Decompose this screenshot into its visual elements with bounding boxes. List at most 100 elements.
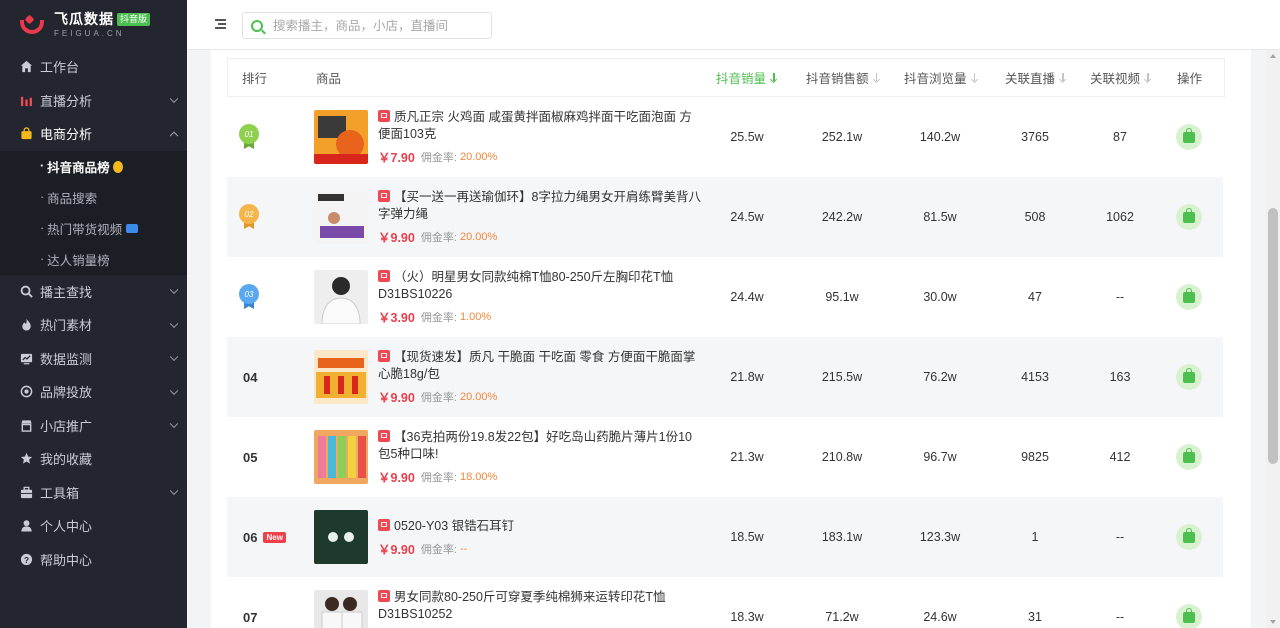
commission-label: 佣金率: [420, 311, 457, 324]
product-price: ￥9.90 [378, 231, 415, 245]
sidebar-item-toolbox[interactable]: 工具箱 [0, 476, 187, 510]
sidebar-item-label: 直播分析 [40, 93, 93, 109]
shop-button[interactable] [1176, 444, 1202, 470]
product-thumbnail[interactable] [314, 350, 368, 404]
product-thumbnail[interactable] [314, 270, 368, 324]
bar-chart-icon [19, 93, 33, 107]
sidebar-item-streamer-search[interactable]: 播主查找 [0, 275, 187, 309]
sidebar-item-data-monitor[interactable]: 数据监测 [0, 342, 187, 376]
header-views[interactable]: 抖音浏览量 [904, 59, 978, 96]
views-value: 123.3w [919, 530, 961, 544]
shopping-bag-icon [19, 127, 33, 141]
video-value: -- [1115, 290, 1125, 304]
header-sales[interactable]: 抖音销量 [716, 59, 777, 96]
views-value: 76.2w [923, 370, 957, 384]
sidebar-subitem-douyin-product-rank[interactable]: · 抖音商品榜 [0, 150, 187, 182]
global-search[interactable] [242, 12, 492, 39]
product-thumbnail[interactable] [314, 510, 368, 564]
product-price: ￥3.90 [378, 311, 415, 325]
monitor-icon [19, 351, 33, 365]
sidebar-item-hot-material[interactable]: 热门素材 [0, 308, 187, 342]
header-live[interactable]: 关联直播 [1005, 59, 1066, 96]
search-icon[interactable] [251, 19, 263, 32]
product-thumbnail[interactable] [314, 190, 368, 244]
sidebar-item-workbench[interactable]: 工作台 [0, 50, 187, 84]
chevron-down-icon [169, 386, 179, 395]
shop-button[interactable] [1176, 524, 1202, 550]
table-row[interactable]: 06 New 0520-Y03 银锆石耳钉 ￥9.90 佣金率: -- 18.5w … [227, 497, 1223, 577]
live-value: 3765 [1021, 130, 1049, 144]
scroll-down-arrow-icon[interactable] [1270, 620, 1276, 624]
header-product: 商品 [316, 72, 342, 86]
sales-value: 18.3w [730, 610, 764, 624]
header-revenue[interactable]: 抖音销售额 [806, 59, 880, 96]
live-value: 1 [1031, 530, 1039, 544]
commission-rate: 18.00% [459, 470, 498, 483]
medal-icon [112, 161, 123, 173]
product-price: ￥9.90 [378, 391, 415, 405]
product-thumbnail[interactable] [314, 590, 368, 628]
product-title[interactable]: （火）明星男女同款纯棉T恤80-250斤左胸印花T恤D31BS10226 [378, 269, 703, 303]
scrollbar-thumb[interactable] [1268, 208, 1278, 464]
commission-rate: 20.00% [459, 230, 498, 243]
bag-icon [1183, 527, 1195, 543]
page-scrollbar[interactable] [1266, 50, 1280, 628]
sidebar-item-store-promo[interactable]: 小店推广 [0, 409, 187, 443]
revenue-value: 183.1w [821, 530, 863, 544]
scroll-up-arrow-icon[interactable] [1270, 54, 1276, 58]
chevron-down-icon [169, 486, 179, 496]
chevron-down-icon [169, 419, 179, 429]
sidebar-item-help[interactable]: ? 帮助中心 [0, 543, 187, 577]
menu-fold-icon[interactable] [215, 19, 226, 29]
video-value: 412 [1109, 450, 1131, 464]
target-icon [19, 385, 33, 399]
shop-button[interactable] [1176, 364, 1202, 390]
sidebar-subitem-label: 抖音商品榜 [47, 160, 110, 175]
shop-tag-icon [378, 519, 390, 531]
sidebar-item-brand-ads[interactable]: 品牌投放 [0, 375, 187, 409]
header-rank: 排行 [242, 72, 268, 86]
sidebar-item-favorites[interactable]: 我的收藏 [0, 442, 187, 476]
sort-icon [1060, 73, 1066, 82]
sidebar-item-label: 我的收藏 [40, 452, 93, 468]
shop-button[interactable] [1176, 284, 1202, 310]
sidebar-subitem-hot-videos[interactable]: · 热门带货视频 [0, 212, 187, 244]
live-value: 508 [1024, 210, 1046, 224]
brand-logo[interactable]: 飞瓜数据 抖音版 FEIGUA.CN [0, 0, 187, 50]
table-row[interactable]: 07 男女同款80-250斤可穿夏季纯棉狮来运转印花T恤D31BS10252 1… [227, 577, 1223, 628]
brand-name: 飞瓜数据 [54, 11, 114, 27]
revenue-value: 242.2w [821, 210, 863, 224]
table-header: 排行 商品 抖音销量 抖音销售额 抖音浏览量 关联直播 关联视频 操作 [227, 58, 1225, 97]
commission-rate: -- [459, 542, 468, 555]
shop-tag-icon [378, 590, 390, 602]
table-row[interactable]: 04 【现货速发】质凡 干脆面 干吃面 零食 方便面干脆面掌心脆18g/包 ￥9… [227, 337, 1223, 417]
table-row[interactable]: 01 质凡正宗 火鸡面 咸蛋黄拌面椒麻鸡拌面干吃面泡面 方便面103克 ￥7.9… [227, 97, 1223, 177]
views-value: 140.2w [919, 130, 961, 144]
search-input[interactable] [273, 18, 473, 33]
sidebar-subitem-influencer-rank[interactable]: · 达人销量榜 [0, 243, 187, 275]
video-value: -- [1115, 610, 1125, 624]
header-video[interactable]: 关联视频 [1090, 59, 1151, 96]
table-row[interactable]: 05 【36克拍两份19.8发22包】好吃岛山药脆片薄片1份10包5种口味! ￥… [227, 417, 1223, 497]
live-value: 4153 [1021, 370, 1049, 384]
sidebar-item-live-analysis[interactable]: 直播分析 [0, 84, 187, 118]
table-row[interactable]: 02 【买一送一再送瑜伽环】8字拉力绳男女开肩练臂美背八字弹力绳 ￥9.90 佣金… [227, 177, 1223, 257]
sidebar-item-profile[interactable]: 个人中心 [0, 509, 187, 543]
product-thumbnail[interactable] [314, 430, 368, 484]
sales-value: 21.3w [730, 450, 764, 464]
shop-button[interactable] [1176, 204, 1202, 230]
sales-value: 21.8w [730, 370, 764, 384]
sidebar-item-ecommerce[interactable]: 电商分析 [0, 117, 187, 151]
product-thumbnail[interactable] [314, 110, 368, 164]
product-title[interactable]: 【现货速发】质凡 干脆面 干吃面 零食 方便面干脆面掌心脆18g/包 [378, 349, 703, 383]
shop-button[interactable] [1176, 604, 1202, 628]
table-row[interactable]: 03 （火）明星男女同款纯棉T恤80-250斤左胸印花T恤D31BS10226 … [227, 257, 1223, 337]
sidebar-item-label: 小店推广 [40, 418, 93, 434]
product-title[interactable]: 男女同款80-250斤可穿夏季纯棉狮来运转印花T恤D31BS10252 [378, 589, 703, 623]
sidebar-subitem-product-search[interactable]: · 商品搜索 [0, 181, 187, 213]
product-title[interactable]: 【36克拍两份19.8发22包】好吃岛山药脆片薄片1份10包5种口味! [378, 429, 703, 463]
product-title[interactable]: 【买一送一再送瑜伽环】8字拉力绳男女开肩练臂美背八字弹力绳 [378, 189, 703, 223]
product-title[interactable]: 0520-Y03 银锆石耳钉 [378, 518, 703, 535]
product-title[interactable]: 质凡正宗 火鸡面 咸蛋黄拌面椒麻鸡拌面干吃面泡面 方便面103克 [378, 109, 703, 143]
shop-button[interactable] [1176, 124, 1202, 150]
